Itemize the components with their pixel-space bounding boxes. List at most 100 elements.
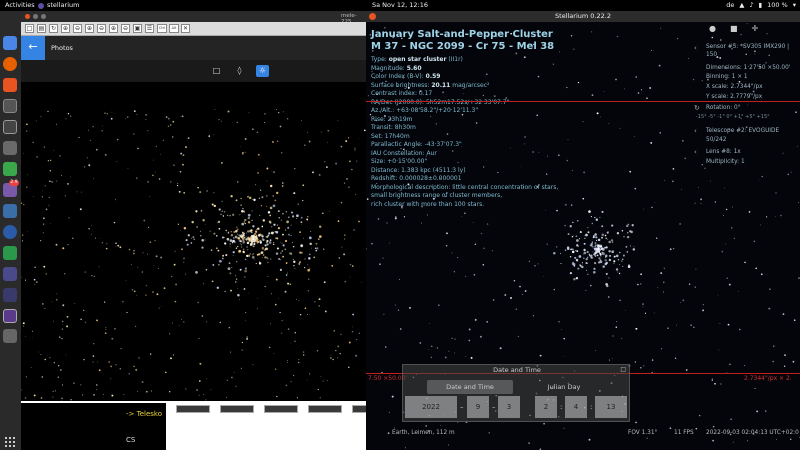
calc-icon[interactable]: [3, 246, 17, 260]
star: [351, 265, 354, 267]
star: [67, 113, 70, 115]
star: [181, 318, 183, 321]
star: [73, 382, 75, 384]
star: [560, 262, 562, 265]
adjust-icon[interactable]: ☼: [256, 65, 269, 77]
star: [142, 252, 144, 254]
toolbar-button[interactable]: Alt: [169, 24, 179, 33]
sensor-nav-icon[interactable]: ‹: [694, 44, 702, 52]
rotation-buttons[interactable]: -15° -5° -1° 0° +1° +5° +15°: [696, 114, 770, 120]
toolbar-button[interactable]: ⊖: [97, 24, 106, 33]
close-icon[interactable]: □: [620, 366, 626, 373]
spreadsheet-icon[interactable]: [3, 162, 17, 176]
month-field[interactable]: 9: [467, 396, 489, 418]
star: [445, 244, 448, 247]
toolbar-button[interactable]: ⊕: [85, 24, 94, 33]
files-icon[interactable]: [3, 141, 17, 155]
star: [765, 62, 767, 64]
toolbar-button[interactable]: ☰: [145, 24, 154, 33]
rotation-icon[interactable]: ↻: [694, 104, 702, 112]
cluster-star: [587, 227, 589, 229]
star: [141, 381, 144, 383]
telescope-nav-icon[interactable]: ‹: [694, 127, 702, 135]
power-menu-icon[interactable]: ▾: [793, 0, 796, 11]
show-apps-icon[interactable]: [5, 437, 15, 447]
cluster-star: [291, 211, 293, 214]
viewer-titlebar[interactable]: mele-225 [zoom: [21, 11, 366, 31]
terminal-2-icon[interactable]: [3, 120, 17, 134]
terminal-icon[interactable]: [3, 99, 17, 113]
cluster-star: [318, 235, 322, 238]
cluster-star: [277, 227, 280, 230]
chrome-icon[interactable]: [3, 36, 17, 50]
thumbnail[interactable]: [308, 405, 342, 413]
info-line: RA/Dec (J2000.0): 5h52m17.52s/+32·33'07.…: [371, 99, 558, 108]
thumbnail[interactable]: [220, 405, 254, 413]
star: [83, 309, 85, 311]
thumbnail[interactable]: [264, 405, 298, 413]
cluster-star: [219, 259, 222, 263]
back-button[interactable]: ←: [21, 36, 45, 60]
toolbar-button[interactable]: ⊖: [121, 24, 130, 33]
star: [158, 307, 160, 309]
location: Earth, Leimen, 112 m: [392, 430, 455, 436]
star: [528, 442, 530, 444]
cluster-star: [249, 243, 252, 246]
ubuntu-software-icon[interactable]: [3, 78, 17, 92]
star: [179, 170, 182, 173]
star: [391, 395, 394, 398]
star: [41, 196, 44, 198]
date-time-dialog-title[interactable]: Date and Time: [403, 365, 631, 376]
crosshair-icon[interactable]: ✛: [752, 24, 759, 33]
hour-field[interactable]: 2: [535, 396, 557, 418]
tab-date-and-time[interactable]: Date and Time: [427, 380, 513, 394]
filter-icon[interactable]: ◊: [233, 65, 246, 77]
year-field[interactable]: 2022: [405, 396, 457, 418]
firefox-icon[interactable]: [3, 57, 17, 71]
battery-level: 100 %: [767, 1, 788, 9]
toolbar-button[interactable]: Ctrl: [157, 24, 167, 33]
thumbnail[interactable]: [176, 405, 210, 413]
clock[interactable]: Sa Nov 12, 12:16: [0, 0, 800, 11]
toolbar-button[interactable]: ⊕: [61, 24, 70, 33]
tab-julian-day[interactable]: Julian Day: [521, 380, 607, 394]
cluster-star: [216, 286, 219, 289]
minute-field[interactable]: 4: [565, 396, 587, 418]
info-label: rich cluster with more than 100 stars.: [371, 200, 485, 208]
toolbar-button[interactable]: ✕: [181, 24, 190, 33]
toolbar-button[interactable]: ▣: [133, 24, 142, 33]
stellarium-active-icon[interactable]: [3, 309, 17, 323]
minimize-icon[interactable]: [33, 14, 38, 19]
writer-icon[interactable]: [3, 204, 17, 218]
toolbar-button[interactable]: ▤: [37, 24, 46, 33]
lens-nav-icon[interactable]: ‹: [694, 148, 702, 156]
stellarium-dock-icon[interactable]: [3, 267, 17, 281]
browser-icon[interactable]: [3, 225, 17, 239]
day-field[interactable]: 3: [498, 396, 520, 418]
star: [572, 170, 574, 171]
terminal-window[interactable]: -> Telesko CS: [21, 403, 166, 450]
image-viewer-icon[interactable]: [3, 329, 17, 343]
star: [156, 293, 159, 296]
app-icon[interactable]: [3, 288, 17, 302]
ccd-icon[interactable]: ■: [730, 24, 738, 33]
second-field[interactable]: 13: [595, 396, 627, 418]
toolbar-button[interactable]: ↻: [49, 24, 58, 33]
cluster-star: [292, 241, 294, 243]
toolbar-button[interactable]: ⊖: [73, 24, 82, 33]
toolbar-button[interactable]: ⊕: [109, 24, 118, 33]
cluster-star: [236, 226, 238, 228]
maximize-icon[interactable]: [41, 14, 46, 19]
cluster-star: [280, 252, 282, 254]
keyboard-layout[interactable]: de: [726, 0, 734, 11]
star: [180, 152, 183, 155]
cluster-star: [591, 222, 594, 225]
ocular-icon[interactable]: ●: [709, 24, 716, 33]
cluster-star: [253, 234, 256, 237]
close-icon[interactable]: [369, 13, 376, 20]
stellarium-titlebar[interactable]: Stellarium 0.22.2: [366, 11, 800, 22]
close-icon[interactable]: [25, 14, 30, 19]
toolbar-button[interactable]: □: [25, 24, 34, 33]
crop-icon[interactable]: □: [210, 65, 223, 77]
system-tray[interactable]: de ▲ ♪ ▮ 100 % ▾: [726, 0, 796, 11]
